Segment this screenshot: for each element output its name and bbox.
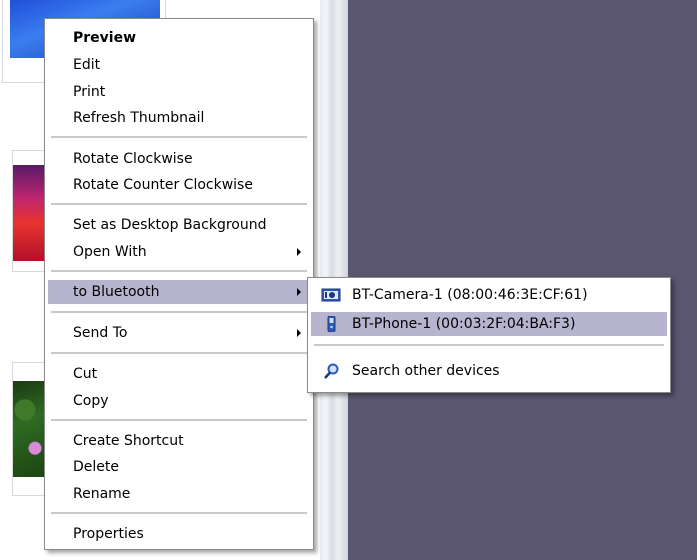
phone-icon	[327, 316, 336, 332]
menu-item-rotate-clockwise[interactable]: Rotate Clockwise	[48, 147, 310, 171]
menu-separator	[51, 352, 307, 354]
menu-separator	[51, 419, 307, 421]
menu-item-send-to[interactable]: Send To	[48, 321, 310, 345]
menu-item-cut[interactable]: Cut	[48, 362, 310, 386]
magnifier-icon	[324, 363, 339, 379]
menu-separator	[51, 512, 307, 514]
menu-separator	[51, 203, 307, 205]
context-menu: Preview Edit Print Refresh Thumbnail Rot…	[44, 18, 314, 550]
menu-item-set-desktop-background[interactable]: Set as Desktop Background	[48, 213, 310, 237]
menu-item-properties[interactable]: Properties	[48, 522, 310, 546]
menu-item-create-shortcut[interactable]: Create Shortcut	[48, 429, 310, 453]
menu-item-label: to Bluetooth	[73, 284, 160, 300]
menu-item-rotate-counter-clockwise[interactable]: Rotate Counter Clockwise	[48, 173, 310, 197]
menu-item-print[interactable]: Print	[48, 80, 310, 104]
menu-item-delete[interactable]: Delete	[48, 455, 310, 479]
menu-item-edit[interactable]: Edit	[48, 53, 310, 77]
device-label: Search other devices	[352, 363, 500, 379]
menu-item-preview[interactable]: Preview	[48, 26, 310, 50]
menu-item-refresh-thumbnail[interactable]: Refresh Thumbnail	[48, 106, 310, 130]
menu-item-rename[interactable]: Rename	[48, 482, 310, 506]
device-item-bt-camera[interactable]: BT-Camera-1 (08:00:46:3E:CF:61)	[311, 283, 667, 307]
device-label: BT-Camera-1 (08:00:46:3E:CF:61)	[352, 287, 588, 303]
device-item-bt-phone[interactable]: BT-Phone-1 (00:03:2F:04:BA:F3)	[311, 312, 667, 336]
search-other-devices[interactable]: Search other devices	[311, 359, 667, 383]
menu-item-label: Open With	[73, 244, 147, 260]
menu-separator	[314, 344, 664, 346]
submenu-arrow-icon	[297, 329, 301, 337]
device-label: BT-Phone-1 (00:03:2F:04:BA:F3)	[352, 316, 576, 332]
camera-icon	[321, 288, 341, 302]
menu-separator	[51, 311, 307, 313]
submenu-arrow-icon	[297, 288, 301, 296]
menu-item-copy[interactable]: Copy	[48, 389, 310, 413]
menu-item-label: Send To	[73, 325, 128, 341]
submenu-arrow-icon	[297, 248, 301, 256]
menu-item-open-with[interactable]: Open With	[48, 240, 310, 264]
menu-separator	[51, 136, 307, 138]
menu-item-to-bluetooth[interactable]: to Bluetooth	[48, 280, 310, 304]
bluetooth-submenu: BT-Camera-1 (08:00:46:3E:CF:61) BT-Phone…	[307, 277, 671, 393]
menu-separator	[51, 270, 307, 272]
